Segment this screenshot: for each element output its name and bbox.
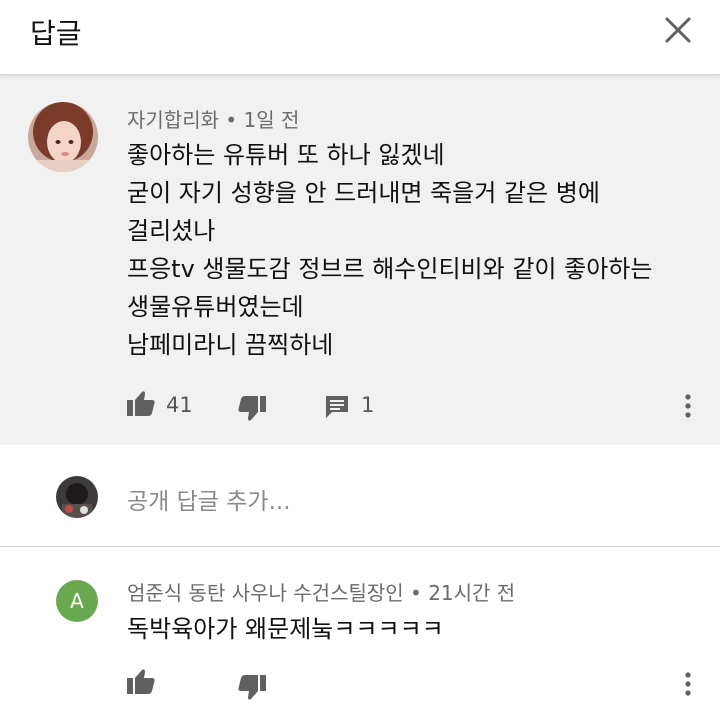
reply-meta: 엄준식 동탄 사우나 수건스틸장인 • 21시간 전	[127, 577, 515, 606]
comment-line: 생물유튜버였는데	[127, 293, 304, 321]
comment-line: 프응tv 생물도감 정브르 해수인티비와 같이 좋아하는	[127, 255, 653, 283]
reply-body: 독박육아가 왜문제눜ㅋㅋㅋㅋㅋ	[127, 615, 444, 643]
meta-separator: •	[225, 108, 238, 132]
divider	[0, 546, 720, 547]
like-icon[interactable]	[127, 668, 155, 694]
comment-author[interactable]: 자기합리화	[127, 108, 219, 132]
dislike-icon[interactable]	[238, 675, 266, 701]
avatar[interactable]: A	[56, 580, 98, 622]
comment-line: 걸리셨나	[127, 217, 216, 245]
more-options-icon[interactable]	[683, 671, 693, 697]
comment-line: 좋아하는 유튜버 또 하나 잃겠네	[127, 141, 445, 169]
like-count: 41	[166, 393, 193, 417]
comment-line: 남페미라니 끔찍하네	[127, 331, 334, 359]
dialog-header: 답글	[0, 0, 720, 75]
dialog-title: 답글	[30, 17, 82, 50]
close-icon[interactable]	[660, 12, 696, 48]
dislike-icon[interactable]	[238, 396, 266, 422]
add-reply-input[interactable]: 공개 답글 추가...	[127, 482, 291, 516]
comment-meta: 자기합리화 • 1일 전	[127, 104, 299, 133]
like-icon[interactable]	[127, 390, 155, 416]
comment-line: 굳이 자기 성향을 안 드러내면 죽을거 같은 병에	[127, 179, 600, 207]
meta-separator: •	[410, 581, 422, 605]
comment-body: 좋아하는 유튜버 또 하나 잃겠네 굳이 자기 성향을 안 드러내면 죽을거 같…	[127, 136, 652, 364]
current-user-avatar	[56, 476, 98, 518]
reply-icon[interactable]	[324, 394, 350, 420]
reply-count: 1	[361, 393, 375, 417]
more-options-icon[interactable]	[683, 393, 693, 419]
reply-author[interactable]: 엄준식 동탄 사우나 수건스틸장인	[127, 581, 404, 605]
avatar[interactable]	[28, 102, 98, 172]
comment-time: 1일 전	[243, 108, 300, 132]
reply-time: 21시간 전	[428, 581, 516, 605]
